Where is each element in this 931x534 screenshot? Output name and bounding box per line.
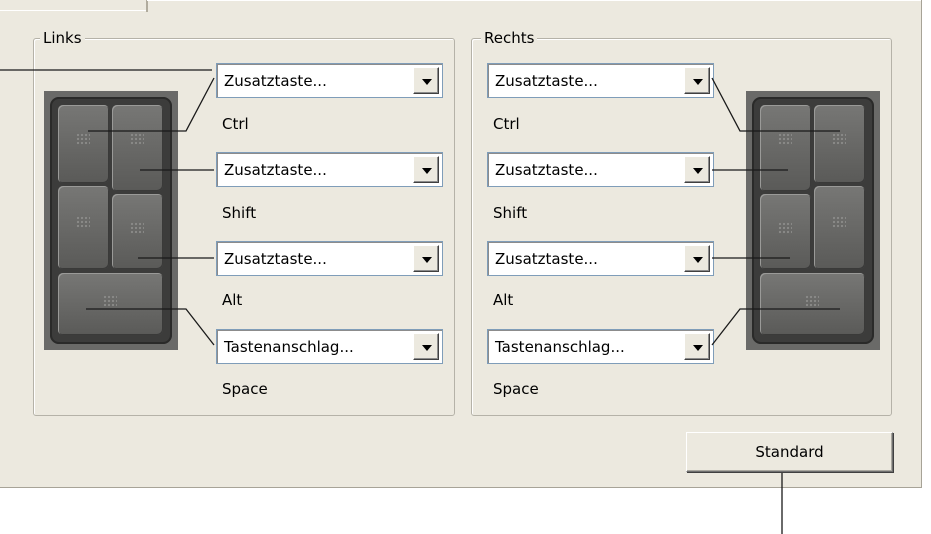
callout-lines <box>0 69 840 534</box>
callout-right-space <box>711 308 840 346</box>
callout-left-space <box>86 308 215 346</box>
callout-right-ctrl <box>711 77 840 132</box>
callout-left-ctrl <box>88 77 215 132</box>
